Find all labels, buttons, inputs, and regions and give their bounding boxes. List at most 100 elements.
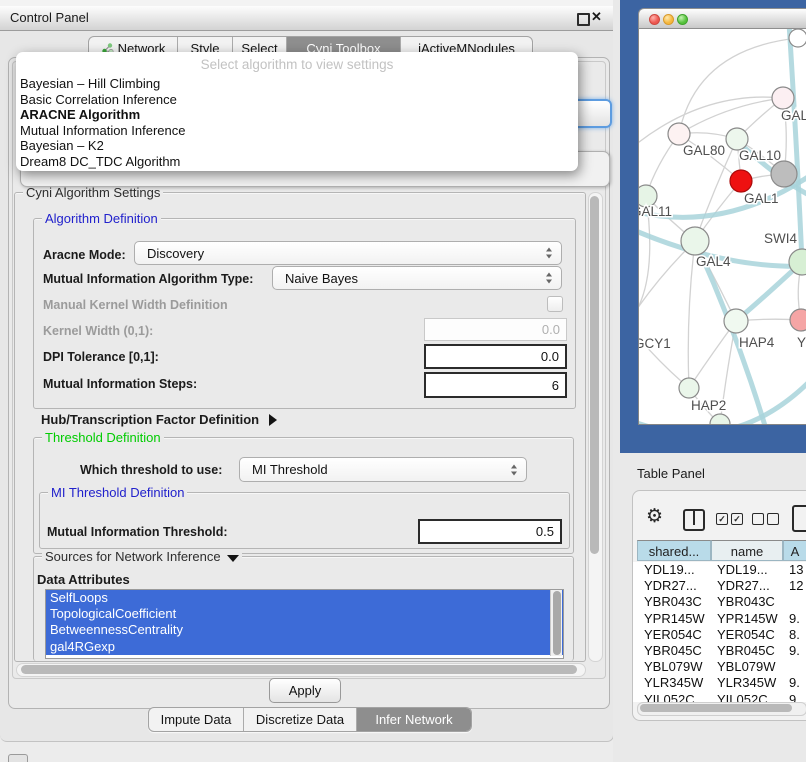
network-node-gal80[interactable] [668,123,690,145]
attribute-item-betweennesscentrality[interactable]: BetweennessCentrality [46,622,563,638]
apply-button-label: Apply [289,683,322,698]
column-header-shared[interactable]: shared... [637,540,711,561]
network-node-hap2[interactable] [679,378,699,398]
table-row[interactable]: YBL079WYBL079W [633,659,806,675]
tab-label: Impute Data [161,712,232,727]
network-node-label: GAL80 [683,143,725,158]
mi-steps-field[interactable]: 6 [424,372,567,398]
dpi-tolerance-field[interactable]: 0.0 [424,344,567,369]
zoom-traffic-light-icon[interactable] [677,14,688,25]
combo-arrows-icon [511,464,518,475]
dropdown-item-bayesian-hill-climbing[interactable]: Bayesian – Hill Climbing [16,76,578,92]
collapsed-triangle-icon [269,414,277,426]
dropdown-item-bayesian-k2[interactable]: Bayesian – K2 [16,138,578,154]
settings-vertical-scrollbar[interactable] [588,192,603,662]
attribute-item-topologicalcoefficient[interactable]: TopologicalCoefficient [46,606,563,622]
table-row[interactable]: YPR145WYPR145W9. [633,611,806,627]
cutoff-button-fragment[interactable] [8,754,28,762]
data-attributes-list[interactable]: SelfLoopsTopologicalCoefficientBetweenne… [45,589,564,659]
combo-arrows-icon [546,273,553,284]
network-node-gal10[interactable] [726,128,748,150]
mi-threshold-value: 0.5 [536,524,554,539]
network-edge [639,241,695,324]
table-row[interactable]: YLR345WYLR345W9. [633,675,806,691]
list-vertical-scrollbar[interactable] [550,590,562,656]
table-row[interactable]: YDR27...YDR27...12 [633,578,806,594]
network-view-canvas[interactable]: GALGAL80GAL10GAL1GAL11SWI4GAL4GCY1HAP4YH… [638,29,806,425]
table-row[interactable]: YBR045CYBR045C9. [633,643,806,659]
attribute-item-gal4rgexp[interactable]: gal4RGexp [46,639,563,655]
apply-button[interactable]: Apply [269,678,341,703]
network-node-gal1[interactable] [730,170,752,192]
cell: YPR145W [717,611,778,627]
cell: YER054C [644,627,702,643]
column-header-a[interactable]: A [783,540,806,561]
tab-discretize-data[interactable]: Discretize Data [244,708,357,731]
network-window-titlebar[interactable] [638,8,806,29]
column-header-name[interactable]: name [711,540,783,561]
checked-checkbox-icon[interactable]: ✓ [716,513,728,525]
dropdown-item-mutual-information-inference[interactable]: Mutual Information Inference [16,123,578,139]
network-graph: GALGAL80GAL10GAL1GAL11SWI4GAL4GCY1HAP4YH… [639,29,806,425]
mi-steps-value: 6 [552,378,559,393]
manual-kernel-checkbox[interactable] [547,296,563,312]
cell: 12 [789,578,803,594]
mi-type-value: Naive Bayes [285,271,358,286]
cell: 9. [789,675,800,691]
network-node-hap4[interactable] [724,309,748,333]
table-row[interactable]: YBR043CYBR043C [633,594,806,610]
document-icon[interactable] [792,505,806,532]
control-panel-titlebar[interactable]: Control Panel ✕ [0,6,613,31]
unchecked-checkbox-icon[interactable] [767,513,779,525]
mi-type-combo[interactable]: Naive Bayes [272,266,562,290]
attribute-item-selfloops[interactable]: SelfLoops [46,590,563,606]
network-node-label: SWI4 [764,231,797,246]
tab-infer-network[interactable]: Infer Network [357,708,471,731]
sources-title[interactable]: Sources for Network Inference [42,549,242,564]
hub-definition-toggle[interactable]: Hub/Transcription Factor Definition [41,412,277,427]
network-node-gal[interactable] [772,87,794,109]
close-icon[interactable]: ✕ [591,9,602,25]
which-threshold-combo[interactable]: MI Threshold [239,457,527,482]
network-node[interactable] [710,414,730,425]
checked-checkbox-icon[interactable]: ✓ [731,513,743,525]
table-row[interactable]: YDL19...YDL19...13 [633,562,806,578]
dropdown-item-basic-correlation-inference[interactable]: Basic Correlation Inference [16,92,578,108]
tab-impute-data[interactable]: Impute Data [149,708,244,731]
aracne-mode-value: Discovery [147,246,204,261]
table-horizontal-scrollbar[interactable] [637,702,806,716]
expanded-triangle-icon [227,555,239,562]
cell: 13 [789,562,803,578]
network-node[interactable] [789,29,806,47]
unchecked-checkbox-icon[interactable] [752,513,764,525]
table-row[interactable]: YER054CYER054C8. [633,627,806,643]
kernel-width-label: Kernel Width (0,1): [43,324,153,338]
which-threshold-value: MI Threshold [252,462,328,477]
which-threshold-label: Which threshold to use: [80,463,222,477]
mi-steps-label: Mutual Information Steps: [43,377,197,391]
settings-horizontal-scrollbar[interactable] [16,663,586,677]
tab-label: Infer Network [375,712,452,727]
gear-icon[interactable]: ⚙ [646,505,663,527]
algorithm-dropdown-popup: Select algorithm to view settings Bayesi… [16,52,578,171]
dpi-tolerance-value: 0.0 [541,349,559,364]
dropdown-item-dream8-dc-tdc-algorithm[interactable]: Dream8 DC_TDC Algorithm [16,154,578,170]
minimize-traffic-light-icon[interactable] [663,14,674,25]
cyni-settings-title: Cyni Algorithm Settings [23,185,163,200]
float-window-icon[interactable] [577,13,590,26]
close-traffic-light-icon[interactable] [649,14,660,25]
hub-definition-label: Hub/Transcription Factor Definition [41,412,259,427]
threshold-definition-title: Threshold Definition [42,430,164,445]
tab-label: Discretize Data [256,712,344,727]
network-node[interactable] [771,161,797,187]
column-layout-icon[interactable] [683,509,705,531]
cell: 9. [789,643,800,659]
network-edge-highlighted [789,29,802,262]
aracne-mode-combo[interactable]: Discovery [134,241,562,265]
network-node-gal4[interactable] [681,227,709,255]
network-node-y[interactable] [790,309,806,331]
mi-threshold-field[interactable]: 0.5 [418,519,562,544]
dropdown-item-aracne-algorithm[interactable]: ARACNE Algorithm [16,107,578,123]
cell: YDL19... [644,562,695,578]
cell: YBL079W [717,659,776,675]
